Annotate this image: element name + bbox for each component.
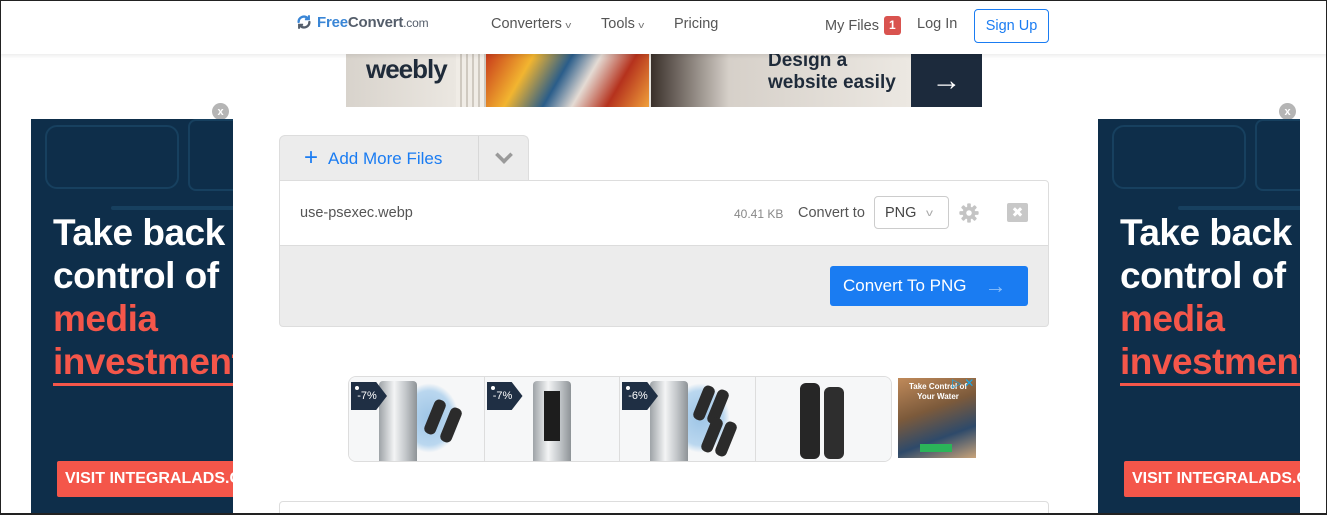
filter-cartridge-image: [799, 383, 820, 459]
converter-card: use-psexec.webp 40.41 KB Convert to PNG …: [279, 180, 1049, 327]
ad-headline: Take back control of: [1120, 212, 1292, 296]
plus-icon: +: [304, 143, 319, 171]
right-side-ad[interactable]: Take back control of media investment VISI…: [1098, 119, 1300, 515]
add-more-files-button[interactable]: + Add More Files: [280, 136, 479, 181]
remove-file-button[interactable]: ✖: [1007, 203, 1028, 222]
add-more-files-label: Add More Files: [328, 148, 443, 168]
my-files-count-badge: 1: [883, 16, 901, 35]
file-row: use-psexec.webp 40.41 KB Convert to PNG …: [280, 181, 1048, 246]
side-product-ad-button: [920, 444, 952, 452]
my-files-link[interactable]: My Files 1: [825, 16, 901, 35]
side-product-ad[interactable]: Take Control of Your Water: [898, 378, 976, 458]
banner-painting-image: [486, 54, 649, 107]
right-ad-close-button[interactable]: x: [1279, 103, 1296, 120]
file-tabbar: + Add More Files: [279, 135, 529, 181]
product-ad-strip: -7% -7% -6%: [348, 376, 892, 462]
water-filter-tank-image: [532, 381, 571, 461]
product-ad-item[interactable]: [755, 377, 891, 461]
filter-cartridge-image: [823, 387, 844, 459]
chevron-down-icon: v: [926, 208, 934, 219]
ad-headline: Take back control of: [53, 212, 225, 296]
top-banner-ad[interactable]: weebly Design a website easily →: [346, 54, 982, 107]
add-files-dropdown-toggle[interactable]: [479, 136, 528, 181]
my-files-label: My Files: [825, 17, 879, 34]
convert-button[interactable]: Convert To PNG →: [830, 266, 1028, 306]
nav-converters-label: Converters: [491, 16, 562, 32]
ad-phone-graphic: [45, 125, 179, 189]
left-side-ad[interactable]: Take back control of media investment VISI…: [31, 119, 233, 515]
ad-phone-graphic: [1112, 125, 1246, 189]
product-ad-item[interactable]: -7%: [349, 377, 485, 461]
sync-arrows-icon: [297, 15, 311, 29]
signup-button[interactable]: Sign Up: [974, 9, 1049, 43]
product-ad-item[interactable]: -7%: [484, 377, 620, 461]
ad-cta-button[interactable]: VISIT INTEGRALADS.COM: [1124, 461, 1300, 497]
login-label: Log In: [917, 16, 958, 32]
ad-underline: [1120, 383, 1300, 386]
chevron-down-icon: v: [565, 20, 572, 30]
left-ad-close-button[interactable]: x: [212, 103, 229, 120]
nav-tools[interactable]: Tools v: [601, 16, 645, 32]
convert-to-label: Convert to: [798, 205, 865, 221]
output-format-select[interactable]: PNG v: [874, 196, 949, 229]
nav-pricing[interactable]: Pricing: [674, 16, 718, 32]
close-icon[interactable]: ✕: [964, 376, 974, 390]
nav-tools-label: Tools: [601, 16, 635, 32]
convert-button-label: Convert To PNG: [843, 276, 967, 295]
nav-converters[interactable]: Converters v: [491, 16, 572, 32]
ad-pen-graphic: [111, 206, 233, 210]
gear-icon[interactable]: [958, 202, 980, 224]
login-link[interactable]: Log In: [917, 16, 957, 32]
ad-tablet-graphic: [1255, 119, 1300, 191]
top-navbar: FreeConvert.com Converters v Tools v Prici…: [0, 0, 1327, 54]
ad-pen-graphic: [1178, 206, 1300, 210]
discount-tag: -7%: [486, 382, 523, 410]
logo-text: FreeConvert.com: [317, 13, 429, 31]
banner-arrow-button[interactable]: →: [911, 54, 982, 107]
close-icon: ✖: [1011, 204, 1024, 220]
water-filter-tank-image: [379, 381, 417, 461]
nav-pricing-label: Pricing: [674, 16, 719, 32]
output-format-value: PNG: [885, 204, 917, 221]
product-ad-item[interactable]: -6%: [620, 377, 756, 461]
adchoices-icon[interactable]: ▷: [952, 376, 961, 390]
banner-brand-panel: weebly: [346, 54, 456, 107]
water-filter-tank-image: [650, 381, 688, 461]
chevron-down-icon: v: [638, 20, 645, 30]
ad-underline: [53, 383, 233, 386]
ad-cta-button[interactable]: VISIT INTEGRALADS.COM: [57, 461, 233, 497]
ad-tablet-graphic: [188, 119, 233, 191]
ad-controls: ▷ ✕: [952, 376, 974, 390]
bottom-content-card: [279, 501, 1049, 515]
ad-highlight: media investment: [53, 298, 233, 382]
arrow-right-icon: →: [984, 273, 1007, 298]
file-name: use-psexec.webp: [300, 205, 413, 221]
banner-image-stripes: [456, 54, 486, 107]
arrow-right-icon: →: [931, 63, 962, 97]
logo[interactable]: FreeConvert.com: [295, 13, 429, 31]
banner-tagline: Design a website easily: [768, 54, 896, 93]
chevron-down-icon: [494, 146, 513, 164]
file-size: 40.41 KB: [734, 207, 784, 221]
ad-highlight: media investment: [1120, 298, 1300, 382]
banner-brand: weebly: [366, 54, 448, 84]
